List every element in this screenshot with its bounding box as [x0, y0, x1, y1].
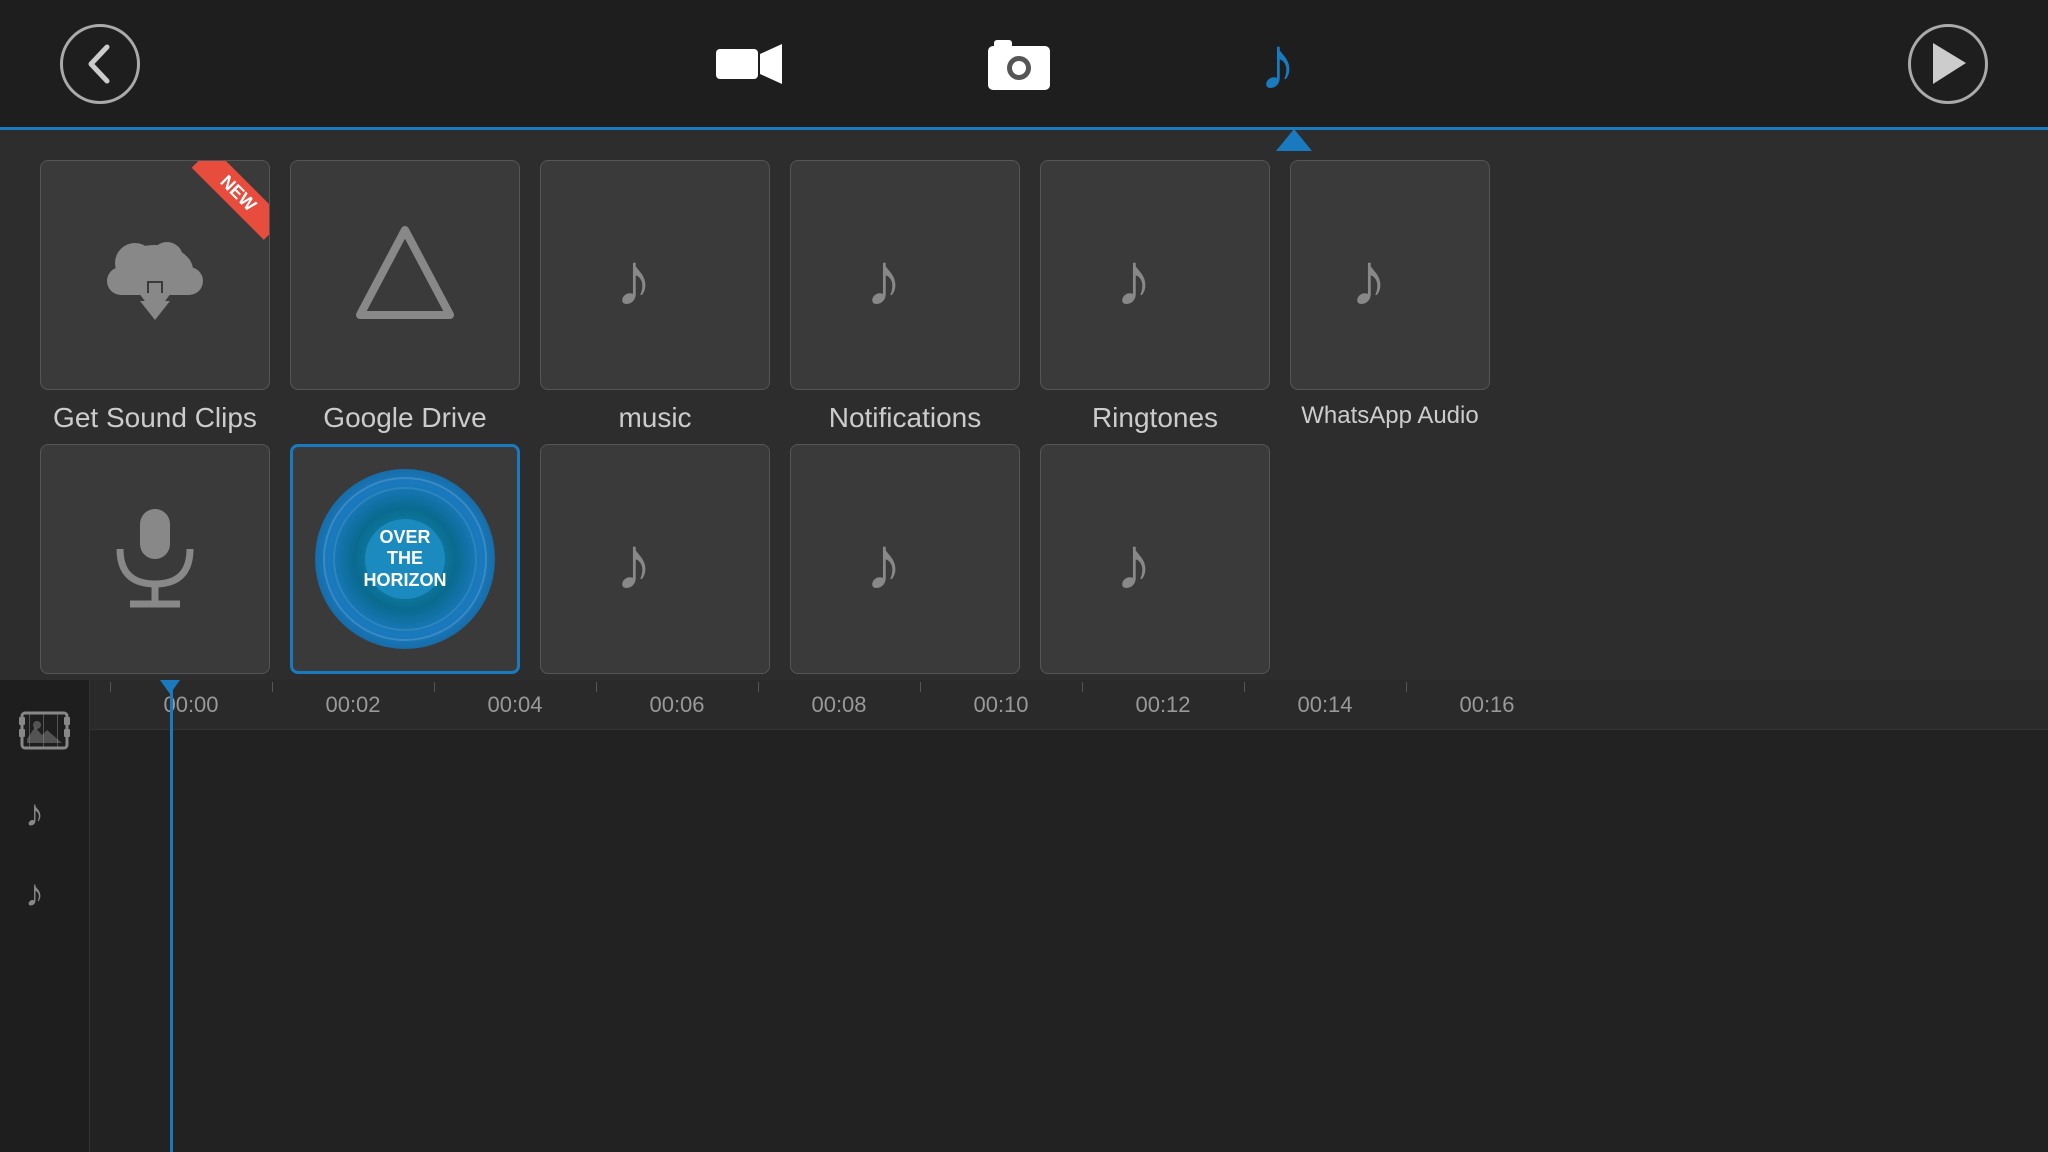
grid-thumb-music: ♪ [540, 160, 770, 390]
grid-thumb-google-drive [290, 160, 520, 390]
grid-label-music: music [618, 402, 691, 434]
timeline-sidebar: ♪ ♪ [0, 680, 90, 1152]
tab-photo[interactable] [984, 34, 1054, 94]
grid-item-music[interactable]: ♪ music [540, 160, 770, 434]
tab-video[interactable] [714, 39, 784, 89]
header: ♪ [0, 0, 2048, 130]
grid-thumb-ringtones1: ♪ [1040, 160, 1270, 390]
svg-text:♪: ♪ [25, 793, 44, 833]
grid-item-notifications3[interactable]: ♪ Notifications [790, 444, 1020, 718]
svg-text:♪: ♪ [865, 521, 903, 605]
timeline-tracks [90, 730, 2048, 1152]
grid-item-whatsapp-audio[interactable]: ♪ WhatsApp Audio [1290, 160, 1490, 434]
timeline-main: 00:00 00:02 00:04 00:06 00:08 00:10 00:1… [90, 680, 2048, 1152]
grid-thumb-ringtones2: ♪ [1040, 444, 1270, 674]
timeline-ruler: 00:00 00:02 00:04 00:06 00:08 00:10 00:1… [90, 680, 2048, 730]
svg-text:♪: ♪ [1259, 21, 1297, 105]
grid-thumb-notifications2: ♪ [540, 444, 770, 674]
grid-item-ringtones1[interactable]: ♪ Ringtones [1040, 160, 1270, 434]
header-tabs: ♪ [140, 19, 1908, 109]
tab-music[interactable]: ♪ [1254, 19, 1334, 109]
grid-item-notifications1[interactable]: ♪ Notifications [790, 160, 1020, 434]
grid-item-google-drive[interactable]: Google Drive [290, 160, 520, 434]
sidebar-filmstrip-icon[interactable] [15, 700, 75, 760]
grid-label-notifications1: Notifications [829, 402, 982, 434]
grid-thumb-get-sound-clips [40, 160, 270, 390]
media-grid-section: Get Sound Clips Google Drive [0, 130, 2048, 680]
ruler-mark-0008: 00:08 [758, 692, 920, 718]
svg-text:♪: ♪ [1115, 521, 1153, 605]
grid-thumb-whatsapp-audio: ♪ [1290, 160, 1490, 390]
grid-label-google-drive: Google Drive [323, 402, 486, 434]
grid-item-music-folder[interactable]: OVER THE HORIZON Music [290, 444, 520, 718]
svg-text:♪: ♪ [25, 873, 44, 913]
grid-item-ringtones2[interactable]: ♪ Ringtones [1040, 444, 1270, 718]
ruler-mark-0000: 00:00 [110, 692, 272, 718]
timeline-section: ♪ ♪ 00:00 00:02 00:04 00:06 00:08 00:10 … [0, 680, 2048, 1152]
back-button[interactable] [60, 24, 140, 104]
sidebar-audio1-icon[interactable]: ♪ [15, 780, 75, 840]
svg-text:♪: ♪ [1350, 237, 1388, 321]
grid-label-get-sound-clips: Get Sound Clips [53, 402, 257, 434]
grid-thumb-voice-over [40, 444, 270, 674]
grid-item-get-sound-clips[interactable]: Get Sound Clips [40, 160, 270, 434]
ruler-mark-0012: 00:12 [1082, 692, 1244, 718]
new-badge [189, 161, 269, 241]
ruler-mark-0010: 00:10 [920, 692, 1082, 718]
svg-text:♪: ♪ [615, 237, 653, 321]
sidebar-audio2-icon[interactable]: ♪ [15, 860, 75, 920]
grid-thumb-notifications3: ♪ [790, 444, 1020, 674]
vinyl-center-text: OVER THE HORIZON [365, 519, 445, 599]
vinyl-record: OVER THE HORIZON [315, 469, 495, 649]
grid-label-whatsapp-audio: WhatsApp Audio [1301, 402, 1478, 430]
grid-thumb-notifications1: ♪ [790, 160, 1020, 390]
ruler-mark-0004: 00:04 [434, 692, 596, 718]
ruler-mark-0006: 00:06 [596, 692, 758, 718]
ruler-mark-0014: 00:14 [1244, 692, 1406, 718]
play-button[interactable] [1908, 24, 1988, 104]
grid-label-ringtones1: Ringtones [1092, 402, 1218, 434]
grid-item-voice-over[interactable]: Voice-Over [40, 444, 270, 718]
svg-text:♪: ♪ [615, 521, 653, 605]
grid-thumb-music-folder: OVER THE HORIZON [290, 444, 520, 674]
svg-text:♪: ♪ [865, 237, 903, 321]
media-grid-row1: Get Sound Clips Google Drive [40, 160, 2008, 434]
grid-item-notifications2[interactable]: ♪ notifications [540, 444, 770, 718]
svg-text:♪: ♪ [1115, 237, 1153, 321]
ruler-mark-0002: 00:02 [272, 692, 434, 718]
media-grid-row2: Voice-Over OVER THE HORIZON Music ♪ noti… [40, 444, 2008, 718]
ruler-mark-0016: 00:16 [1406, 692, 1568, 718]
ruler-marks: 00:00 00:02 00:04 00:06 00:08 00:10 00:1… [110, 692, 1568, 718]
